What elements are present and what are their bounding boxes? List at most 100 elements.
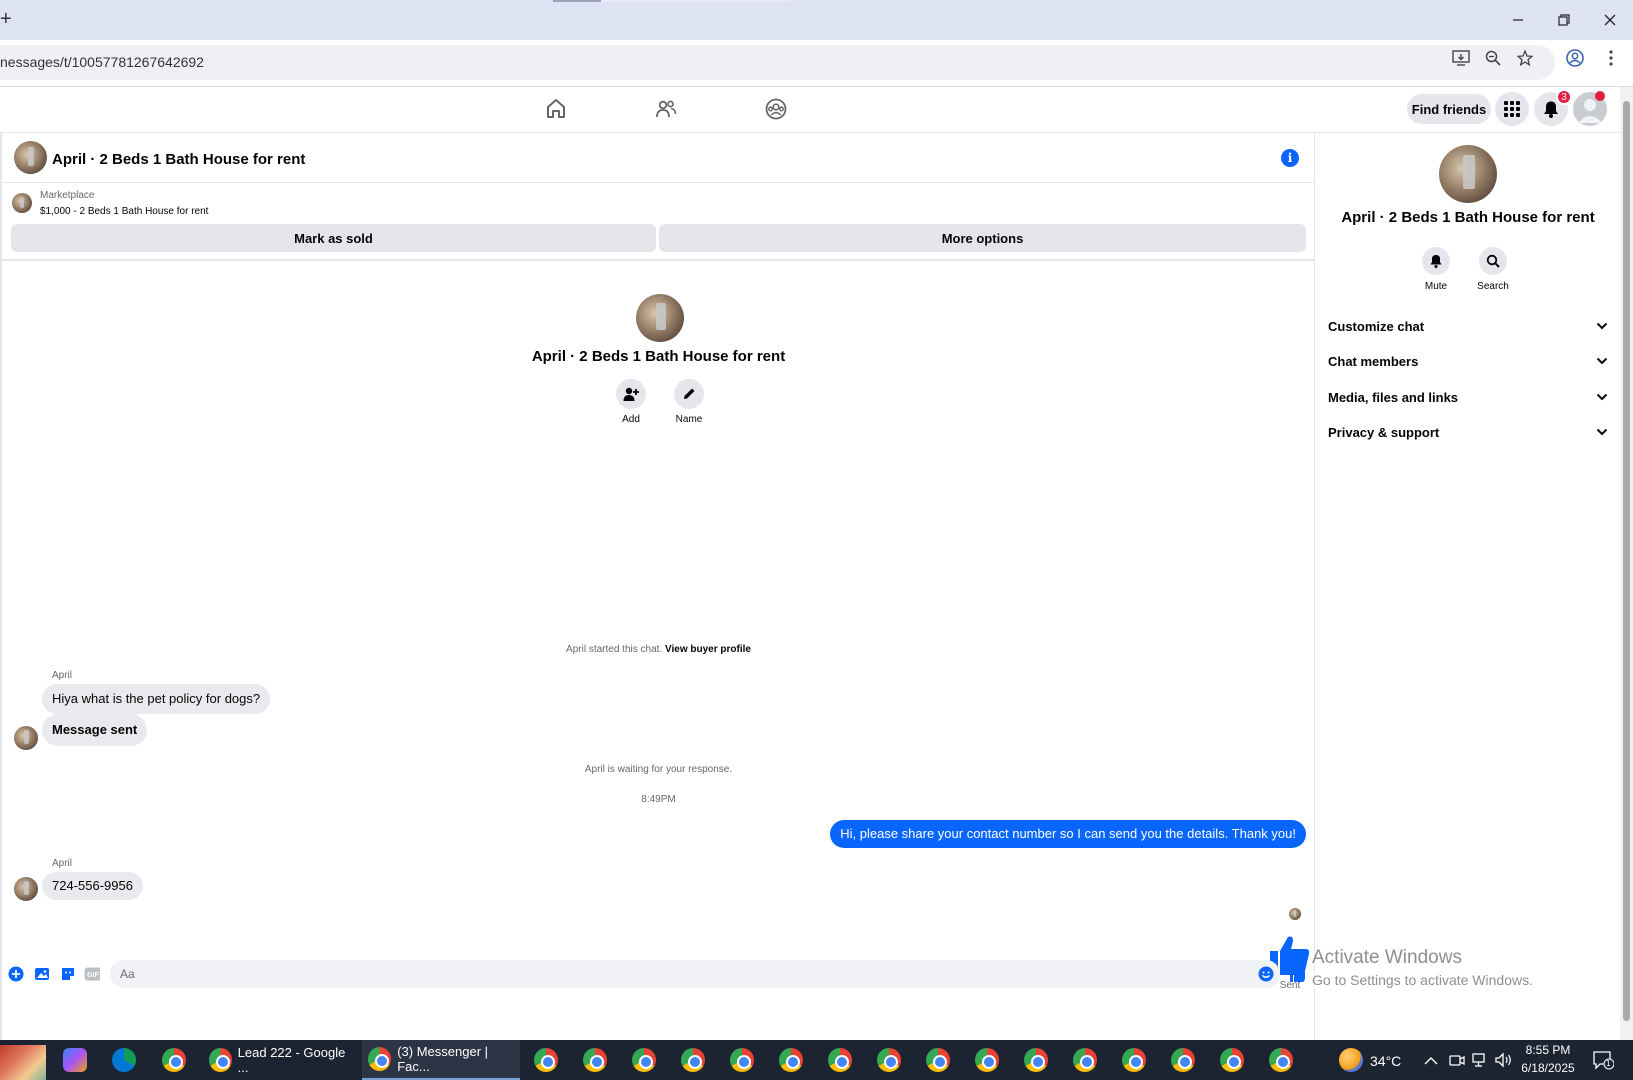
weather-icon[interactable] — [1339, 1048, 1363, 1072]
chat-title[interactable]: April · 2 Beds 1 Bath House for rent — [52, 151, 305, 168]
page-scrollbar[interactable] — [1620, 87, 1633, 1040]
weather-temperature[interactable]: 34°C — [1370, 1053, 1401, 1069]
mark-as-sold-button[interactable]: Mark as sold — [11, 224, 656, 252]
chrome-profile-icon[interactable] — [975, 1048, 999, 1072]
clock-date[interactable]: 6/18/2025 — [1518, 1061, 1578, 1075]
chrome-profile-icon[interactable] — [779, 1048, 803, 1072]
bookmark-star-icon[interactable] — [1515, 48, 1535, 68]
incoming-message[interactable]: Hiya what is the pet policy for dogs? — [42, 684, 271, 714]
chrome-profile-icon[interactable] — [1220, 1048, 1244, 1072]
groups-icon[interactable] — [764, 97, 788, 121]
chrome-profile-icon[interactable] — [632, 1048, 656, 1072]
menu-grid-icon[interactable] — [1495, 92, 1529, 126]
chrome-profile-icon[interactable] — [1171, 1048, 1195, 1072]
network-icon[interactable] — [1472, 1052, 1490, 1073]
marketplace-banner: Marketplace $1,000 - 2 Beds 1 Bath House… — [2, 183, 1315, 261]
chrome-profile-icon[interactable] — [1269, 1048, 1293, 1072]
gif-icon[interactable]: GIF — [84, 966, 100, 982]
windows-taskbar: Lead 222 - Google ... (3) Messenger | Fa… — [0, 1040, 1633, 1080]
notification-center-icon[interactable]: 1 — [1592, 1050, 1615, 1070]
reply-sender-avatar[interactable] — [14, 877, 38, 901]
panel-title: April · 2 Beds 1 Bath House for rent — [1341, 209, 1595, 226]
svg-text:GIF: GIF — [87, 972, 99, 979]
view-buyer-profile-link[interactable]: View buyer profile — [665, 644, 751, 655]
message-composer: GIF Aa — [2, 958, 1315, 992]
media-files-links-label: Media, files and links — [1328, 389, 1459, 405]
search-label: Search — [1477, 281, 1509, 292]
profile-icon[interactable] — [1565, 48, 1585, 68]
info-icon[interactable]: i — [1281, 149, 1299, 167]
chrome-profile-icon[interactable] — [926, 1048, 950, 1072]
conversation-intro-name: April · 2 Beds 1 Bath House for rent — [531, 348, 786, 365]
listing-title[interactable]: $1,000 - 2 Beds 1 Bath House for rent — [40, 206, 208, 217]
chrome-profile-icon[interactable] — [828, 1048, 852, 1072]
friends-icon[interactable] — [654, 97, 678, 121]
reply-message[interactable]: 724-556-9956 — [42, 872, 143, 900]
meet-now-icon[interactable] — [1449, 1052, 1465, 1073]
chevron-down-icon — [1596, 357, 1608, 365]
add-person-icon[interactable] — [616, 379, 646, 409]
close-window-icon[interactable] — [1595, 9, 1625, 31]
plus-circle-icon[interactable] — [8, 966, 24, 982]
more-options-button[interactable]: More options — [659, 224, 1306, 252]
emoji-icon[interactable] — [1258, 966, 1274, 982]
tab-indicator — [553, 0, 601, 2]
chrome-profile-icon[interactable] — [1024, 1048, 1048, 1072]
url-text[interactable]: nessages/t/10057781267642692 — [0, 54, 204, 70]
search-icon[interactable] — [1479, 247, 1507, 275]
thumbs-up-icon[interactable] — [1289, 966, 1305, 982]
restore-icon[interactable] — [1549, 9, 1579, 31]
privacy-support-row[interactable]: Privacy & support — [1328, 417, 1608, 447]
task-lead-label: Lead 222 - Google ... — [237, 1045, 346, 1075]
notification-center-count: 1 — [1606, 1059, 1611, 1068]
chrome-icon — [368, 1047, 392, 1071]
minimize-icon[interactable] — [1503, 9, 1533, 31]
browser-menu-icon[interactable] — [1601, 48, 1621, 68]
mute-bell-icon[interactable] — [1422, 247, 1450, 275]
edit-name-pencil-icon[interactable] — [674, 379, 704, 409]
chrome-profile-icon[interactable] — [583, 1048, 607, 1072]
privacy-support-label: Privacy & support — [1328, 424, 1440, 440]
find-friends-button[interactable]: Find friends — [1407, 94, 1491, 124]
chat-avatar[interactable] — [14, 141, 47, 174]
zoom-icon[interactable] — [1483, 48, 1503, 68]
taskbar-task-messenger[interactable]: (3) Messenger | Fac... — [362, 1040, 520, 1080]
customize-chat-row[interactable]: Customize chat — [1328, 311, 1608, 341]
volume-icon[interactable] — [1495, 1052, 1513, 1073]
new-tab-button[interactable]: + — [0, 8, 12, 30]
chrome-profile-icon[interactable] — [534, 1048, 558, 1072]
mute-label: Mute — [1424, 281, 1448, 292]
outgoing-message[interactable]: Hi, please share your contact number so … — [830, 820, 1306, 848]
widgets-icon[interactable] — [0, 1045, 46, 1080]
message-sent-bubble[interactable]: Message sent — [42, 714, 148, 746]
chrome-profile-icon[interactable] — [1073, 1048, 1097, 1072]
marketplace-label: Marketplace — [40, 190, 95, 201]
facebook-header: Find friends — [0, 87, 1633, 133]
clock-time[interactable]: 8:55 PM — [1518, 1043, 1578, 1057]
watermark-line1: Activate Windows — [1312, 947, 1462, 968]
sticker-icon[interactable] — [60, 966, 76, 982]
url-input[interactable]: nessages/t/10057781267642692 — [0, 45, 1555, 80]
taskbar-task-lead[interactable]: Lead 222 - Google ... — [203, 1040, 353, 1080]
chrome-profile-icon[interactable] — [681, 1048, 705, 1072]
copilot-icon[interactable] — [63, 1048, 87, 1072]
chrome-profile-icon[interactable] — [730, 1048, 754, 1072]
install-app-icon[interactable] — [1451, 48, 1471, 68]
edge-icon[interactable] — [112, 1048, 136, 1072]
conversation-pane: April · 2 Beds 1 Bath House for rent i M… — [0, 133, 1315, 1040]
message-input[interactable]: Aa — [110, 960, 1280, 988]
listing-thumbnail[interactable] — [12, 193, 32, 213]
conversation-intro-avatar — [636, 294, 684, 342]
home-icon[interactable] — [544, 97, 568, 121]
photo-icon[interactable] — [34, 966, 50, 982]
chat-details-panel: April · 2 Beds 1 Bath House for rent Mut… — [1316, 133, 1620, 1040]
scrollbar-thumb[interactable] — [1623, 101, 1630, 1021]
show-hidden-icons-chevron-icon[interactable] — [1424, 1053, 1438, 1071]
sender-avatar[interactable] — [14, 726, 38, 750]
chrome-profile-icon[interactable] — [877, 1048, 901, 1072]
chat-members-row[interactable]: Chat members — [1328, 346, 1608, 376]
tab-strip-edge — [601, 0, 791, 2]
chrome-profile-icon[interactable] — [1122, 1048, 1146, 1072]
media-files-links-row[interactable]: Media, files and links — [1328, 382, 1608, 412]
chrome-icon[interactable] — [162, 1048, 186, 1072]
